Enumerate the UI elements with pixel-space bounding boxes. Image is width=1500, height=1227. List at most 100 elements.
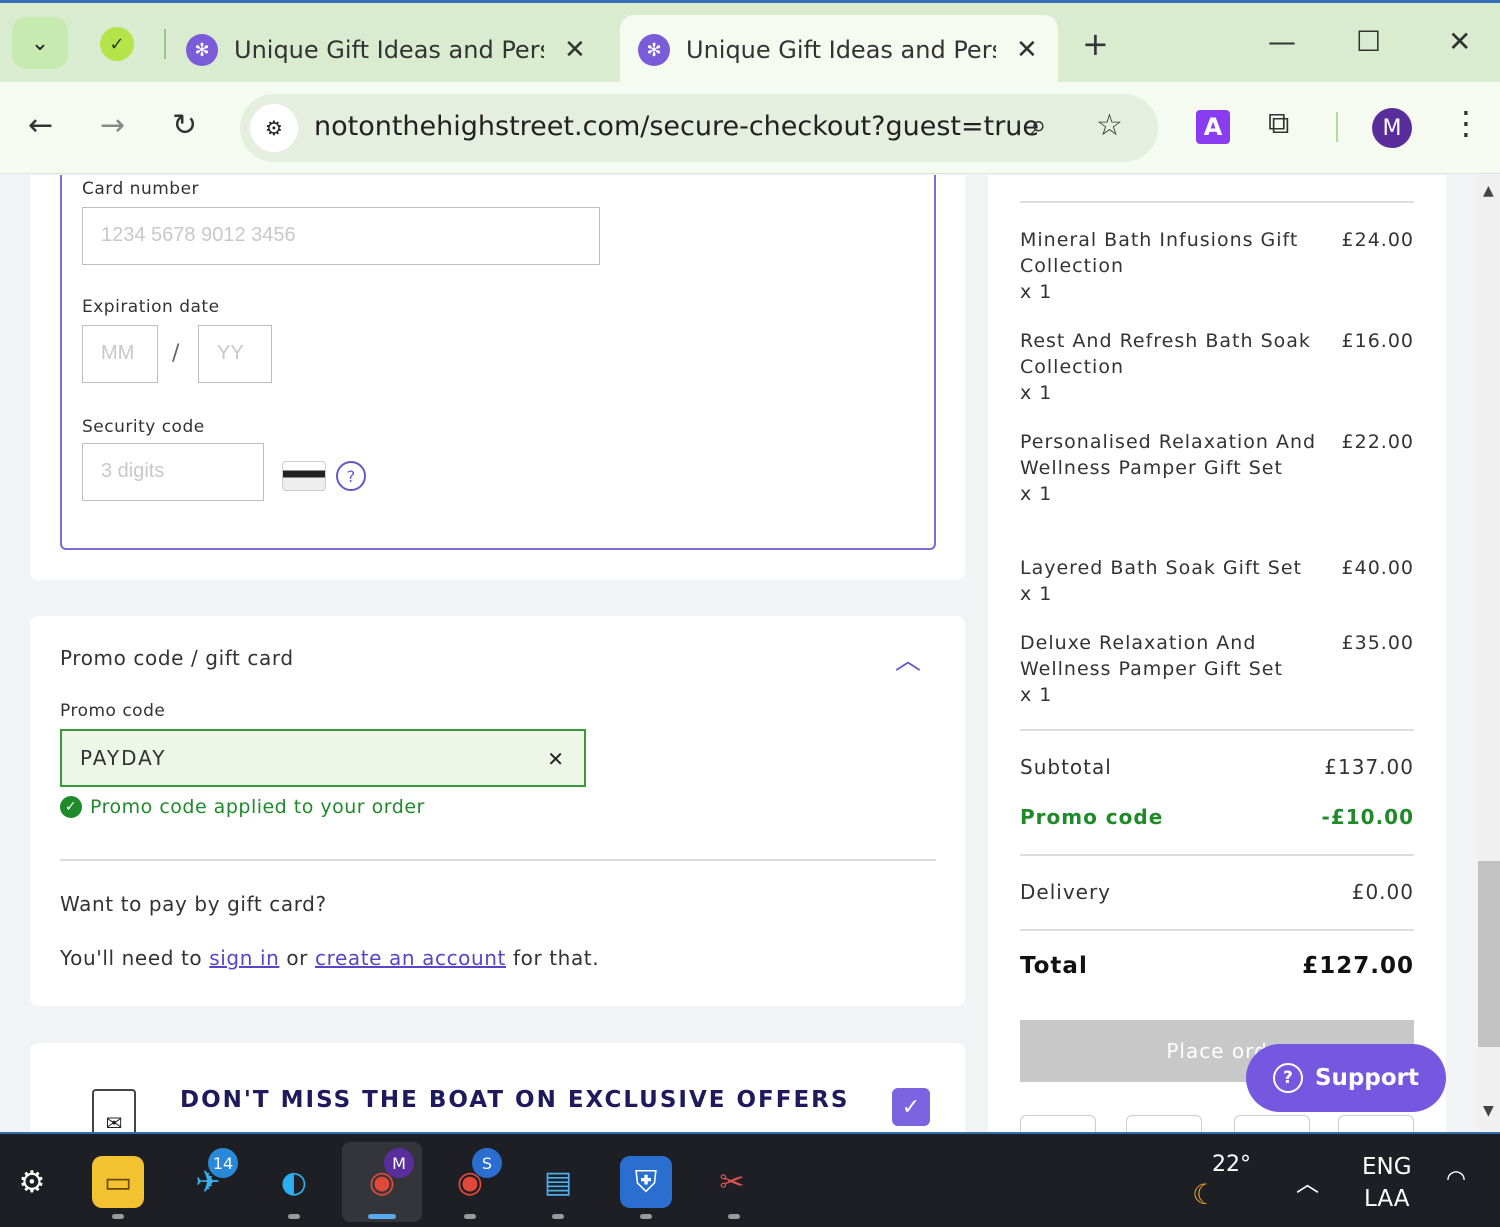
tab-active[interactable]: ✻ Unique Gift Ideas and Person ✕ [620, 15, 1058, 85]
item-price: £16.00 [1341, 330, 1414, 352]
date-separator: / [172, 341, 180, 366]
language-line1[interactable]: ENG [1362, 1154, 1412, 1180]
promo-discount-row: Promo code -£10.00 [1020, 805, 1414, 829]
sign-in-link[interactable]: sign in [209, 946, 279, 970]
offers-checkbox[interactable]: ✓ [892, 1088, 930, 1126]
paypal-icon [1338, 1115, 1414, 1132]
promo-success-text: Promo code applied to your order [90, 796, 425, 818]
item-qty: x 1 [1020, 684, 1053, 706]
summary-item: Mineral Bath Infusions Gift Collection x… [1020, 227, 1414, 305]
promo-section: Promo code / gift card ︿ Promo code PAYD… [30, 616, 965, 1006]
bookmark-star-icon[interactable]: ☆ [1096, 108, 1123, 143]
scroll-down-arrow-icon[interactable]: ▼ [1483, 1103, 1494, 1119]
promo-divider [60, 859, 936, 861]
scroll-up-arrow-icon[interactable]: ▲ [1483, 183, 1494, 199]
edge-browser-icon[interactable]: ◐ [268, 1156, 320, 1208]
mastercard-icon [1126, 1115, 1202, 1132]
gift-text-suffix: for that. [512, 946, 600, 970]
security-help-icon[interactable]: ? [336, 461, 366, 491]
summary-item: Layered Bath Soak Gift Set x 1 £40.00 [1020, 555, 1414, 607]
file-explorer-icon[interactable]: ▭ [92, 1156, 144, 1208]
clear-promo-icon[interactable]: ✕ [547, 747, 566, 771]
address-bar[interactable]: ⚙ notonthehighstreet.com/secure-checkout… [240, 94, 1158, 162]
delivery-row: Delivery £0.00 [1020, 880, 1414, 904]
site-favicon-icon: ✻ [186, 34, 218, 66]
profile-avatar[interactable]: M [1372, 108, 1412, 148]
promo-section-title: Promo code / gift card [60, 646, 294, 670]
summary-item: Rest And Refresh Bath Soak Collection x … [1020, 328, 1414, 406]
card-number-input[interactable]: 1234 5678 9012 3456 [82, 207, 600, 265]
close-window-icon[interactable]: ✕ [1448, 25, 1471, 58]
help-question-icon: ? [1272, 1063, 1303, 1093]
chrome-profile-badge: M [384, 1148, 414, 1178]
page-scrollbar[interactable]: ▲ ▼ [1478, 175, 1500, 1132]
notepad-icon[interactable]: ▤ [532, 1156, 584, 1208]
browser-toolbar: ← → ↻ ⚙ notonthehighstreet.com/secure-ch… [0, 82, 1500, 174]
card-details-frame: Card number 1234 5678 9012 3456 Expirati… [60, 175, 936, 550]
subtotal-label: Subtotal [1020, 755, 1112, 779]
windows-taskbar: ⚙ ▭ ✈ 14 ◐ ◉ M ◉ S ▤ ⛨ ✂ 22° ☾ ︿ ENG LAA… [0, 1132, 1500, 1227]
zoom-magnifier-icon[interactable]: ⌕ [1030, 108, 1047, 143]
security-code-input[interactable]: 3 digits [82, 443, 264, 501]
wifi-icon[interactable]: ◠ [1446, 1166, 1466, 1192]
taskbar-dot [552, 1214, 564, 1219]
site-favicon-icon: ✻ [638, 34, 670, 66]
gift-card-instructions: You'll need to sign in or create an acco… [60, 946, 599, 970]
expiry-year-input[interactable]: YY [198, 325, 272, 383]
taskbar-dot [640, 1214, 652, 1219]
back-arrow-icon[interactable]: ← [28, 108, 53, 143]
tab-title: Unique Gift Ideas and Person [686, 36, 996, 64]
language-line2[interactable]: LAA [1364, 1186, 1409, 1212]
summary-divider [1020, 929, 1414, 931]
chevron-up-icon[interactable]: ︿ [895, 640, 921, 677]
pinned-tab-icon[interactable]: ✓ [100, 27, 134, 61]
subtotal-value: £137.00 [1324, 755, 1414, 779]
new-tab-plus-icon[interactable]: + [1082, 25, 1109, 63]
promo-code-label: Promo code [60, 701, 166, 721]
site-settings-icon[interactable]: ⚙ [250, 104, 298, 152]
extensions-puzzle-icon[interactable]: ⧉ [1268, 106, 1289, 141]
tab-title: Unique Gift Ideas and Person [234, 36, 544, 64]
order-summary: Mineral Bath Infusions Gift Collection x… [988, 175, 1446, 1132]
total-label: Total [1020, 953, 1088, 979]
show-hidden-icons-chevron[interactable]: ︿ [1296, 1164, 1319, 1198]
total-value: £127.00 [1302, 953, 1414, 979]
promo-code-input[interactable]: PAYDAY ✕ [60, 729, 586, 787]
close-tab-icon[interactable]: ✕ [564, 35, 586, 65]
gift-card-question: Want to pay by gift card? [60, 892, 327, 916]
settings-gear-icon[interactable]: ⚙ [6, 1156, 58, 1208]
item-qty: x 1 [1020, 483, 1053, 505]
expiry-month-input[interactable]: MM [82, 325, 158, 383]
tab-search-chevron-icon[interactable]: ⌄ [12, 17, 68, 69]
minimize-icon[interactable]: — [1268, 25, 1296, 58]
success-check-icon: ✓ [60, 796, 82, 818]
maximize-icon[interactable]: ☐ [1356, 25, 1381, 58]
tab-inactive[interactable]: ✻ Unique Gift Ideas and Person ✕ [168, 15, 608, 85]
item-qty: x 1 [1020, 382, 1053, 404]
item-price: £24.00 [1341, 229, 1414, 251]
reload-icon[interactable]: ↻ [172, 108, 197, 143]
forward-arrow-icon[interactable]: → [100, 108, 125, 143]
total-row: Total £127.00 [1020, 953, 1414, 979]
promo-success-message: ✓ Promo code applied to your order [60, 796, 425, 818]
summary-divider [1020, 854, 1414, 856]
scroll-thumb[interactable] [1478, 861, 1500, 1047]
item-name: Personalised Relaxation And Wellness Pam… [1020, 431, 1317, 479]
extension-a-icon[interactable]: A [1196, 110, 1230, 144]
summary-item: Deluxe Relaxation And Wellness Pamper Gi… [1020, 630, 1414, 708]
item-name: Rest And Refresh Bath Soak Collection [1020, 330, 1311, 378]
visa-icon [1020, 1115, 1096, 1132]
create-account-link[interactable]: create an account [315, 946, 506, 970]
support-button[interactable]: ? Support [1246, 1044, 1446, 1112]
close-tab-icon[interactable]: ✕ [1016, 35, 1038, 65]
item-name: Deluxe Relaxation And Wellness Pamper Gi… [1020, 632, 1283, 680]
item-qty: x 1 [1020, 281, 1053, 303]
snipping-tool-icon[interactable]: ✂ [706, 1156, 758, 1208]
browser-menu-icon[interactable]: ⋮ [1450, 104, 1482, 142]
item-qty: x 1 [1020, 583, 1053, 605]
card-number-label: Card number [82, 179, 200, 199]
vpn-shield-icon[interactable]: ⛨ [620, 1156, 672, 1208]
url-text[interactable]: notonthehighstreet.com/secure-checkout?g… [314, 111, 1039, 142]
summary-divider [1020, 201, 1414, 203]
promo-discount-label: Promo code [1020, 805, 1164, 829]
